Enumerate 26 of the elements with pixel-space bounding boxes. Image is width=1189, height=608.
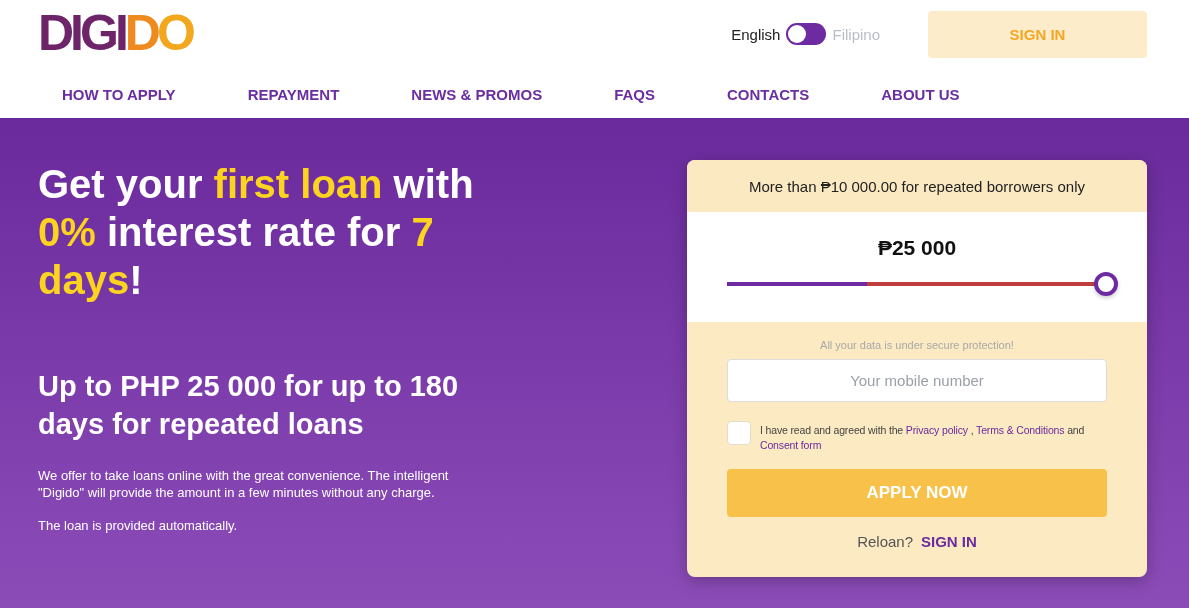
nav-link[interactable]: HOW TO APPLY (62, 86, 176, 118)
loan-amount: ₱25 000 (877, 236, 957, 260)
nav-link[interactable]: FAQS (614, 86, 655, 118)
nav-link[interactable]: REPAYMENT (247, 86, 340, 118)
mobile-number-field[interactable]: Your mobile number (727, 359, 1107, 402)
brand-logo[interactable]: DIGIDO (38, 8, 196, 58)
document-link[interactable]: Privacy policy (905, 424, 968, 436)
consent-checkbox[interactable] (727, 421, 751, 445)
sign-in-link[interactable]: SIGN IN (921, 533, 977, 551)
language-toggle[interactable] (786, 23, 827, 45)
card-notice: More than ₱10 000.00 for repeated borrowers only (687, 160, 1147, 212)
document-link[interactable]: Consent form (760, 439, 822, 451)
hero-paragraph: We offer to take loans online with the great convenience. The intelligent "Digido" will provide the amount in a few minutes without any charge. (38, 467, 450, 501)
language-option[interactable]: English (731, 25, 781, 43)
hero-paragraph: The loan is provided automatically. (38, 517, 239, 534)
nav-link[interactable]: ABOUT US (881, 86, 960, 118)
nav-link[interactable]: CONTACTS (727, 86, 810, 118)
document-link[interactable]: Terms & Conditions (976, 424, 1065, 436)
reloan-label: Reloan? (857, 533, 913, 551)
consent-text: I have read and agreed with the Privacy policy , Terms & Conditions and Consent form (760, 423, 1086, 453)
hero-subheading: Up to PHP 25 000 for up to 180 days for repeated loans (38, 369, 460, 442)
slider-thumb[interactable] (1094, 272, 1118, 296)
nav-link[interactable]: NEWS & PROMOS (411, 86, 543, 118)
hero-headline: Get your first loan with 0% interest rate for 7 days! (38, 161, 475, 304)
amount-slider[interactable] (727, 272, 1118, 296)
security-note: All your data is under secure protection! (819, 338, 1015, 352)
